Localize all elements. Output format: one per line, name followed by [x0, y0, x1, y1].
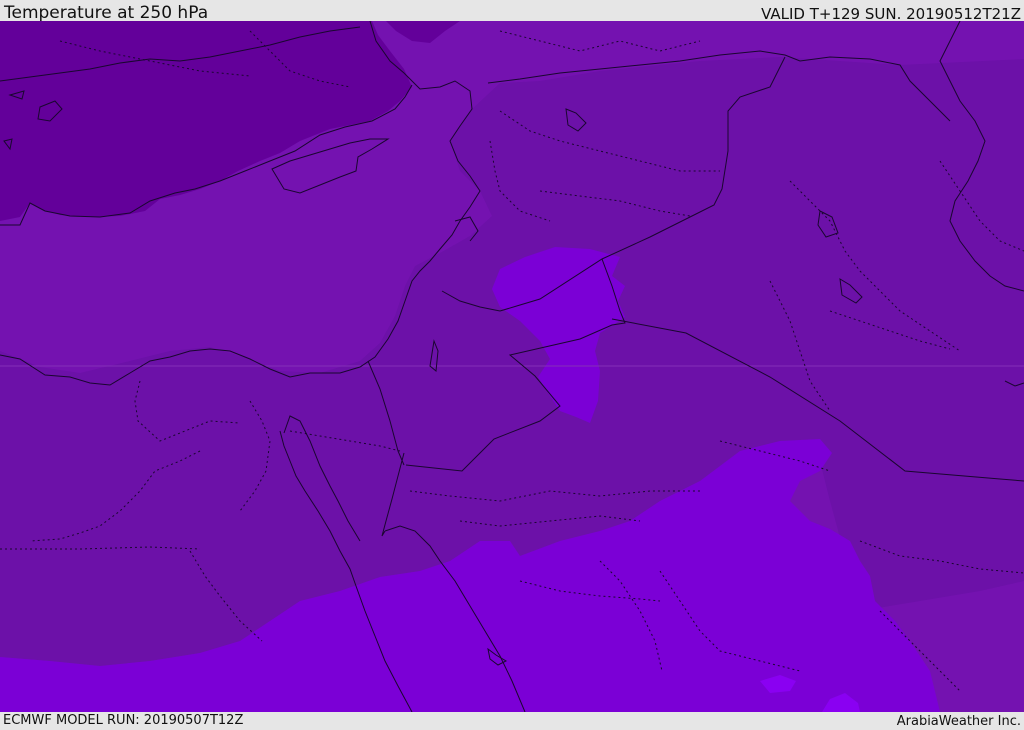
map-title: Temperature at 250 hPa — [4, 3, 209, 23]
map-canvas — [0, 21, 1024, 712]
credit-label: ArabiaWeather Inc. — [896, 714, 1021, 729]
footer-bar: ECMWF MODEL RUN: 20190507T12Z ArabiaWeat… — [0, 712, 1024, 729]
model-run-label: ECMWF MODEL RUN: 20190507T12Z — [3, 713, 244, 728]
temperature-map — [0, 21, 1024, 712]
header-bar: Temperature at 250 hPa VALID T+129 SUN. … — [0, 0, 1024, 23]
